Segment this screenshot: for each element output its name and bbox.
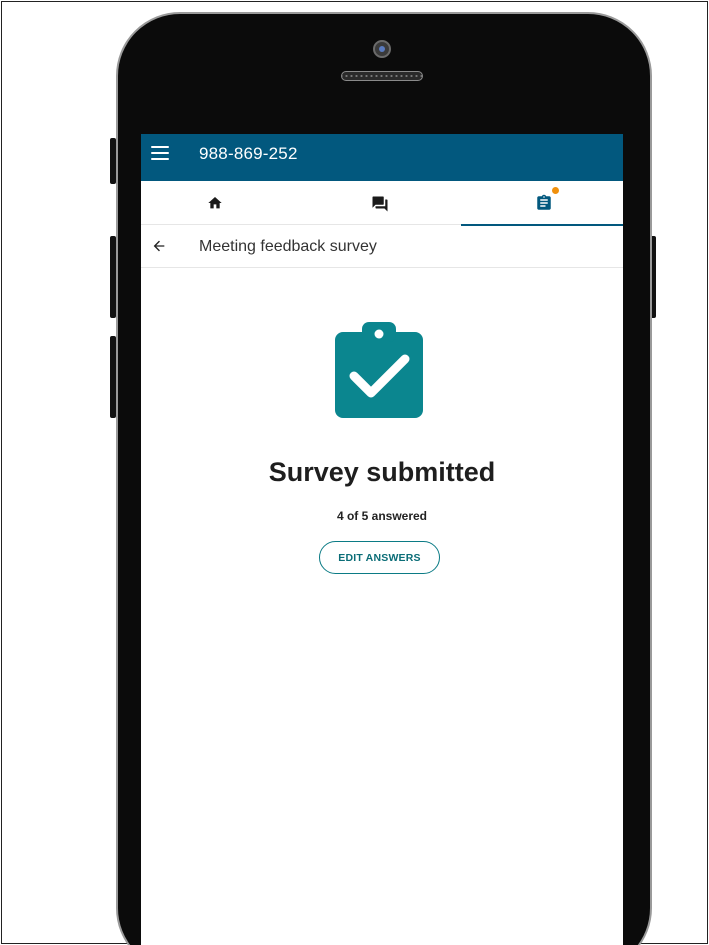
clipboard-check-icon: [335, 322, 423, 418]
app-bar: 988-869-252: [141, 134, 623, 181]
tab-chat[interactable]: [301, 181, 461, 225]
edit-answers-button[interactable]: EDIT ANSWERS: [319, 541, 440, 574]
tab-bar: [141, 181, 623, 226]
answered-count: 4 of 5 answered: [336, 509, 428, 523]
status-title: Survey submitted: [268, 457, 496, 487]
survey-header: Meeting feedback survey: [141, 226, 623, 268]
arrow-back-icon[interactable]: [151, 238, 167, 254]
hamburger-menu-icon[interactable]: [151, 146, 169, 160]
home-icon: [208, 197, 222, 209]
phone-screen: 988-869-252 Meeting feedback survey Surv…: [141, 134, 623, 945]
earpiece-speaker: [341, 71, 423, 81]
tab-survey[interactable]: [461, 181, 623, 226]
survey-title: Meeting feedback survey: [199, 238, 377, 255]
front-camera: [373, 40, 391, 58]
chat-icon: [372, 196, 388, 212]
tab-home[interactable]: [141, 181, 301, 225]
survey-clipboard-icon: [537, 194, 551, 210]
meeting-id: 988-869-252: [199, 144, 298, 163]
notification-dot: [552, 187, 559, 194]
